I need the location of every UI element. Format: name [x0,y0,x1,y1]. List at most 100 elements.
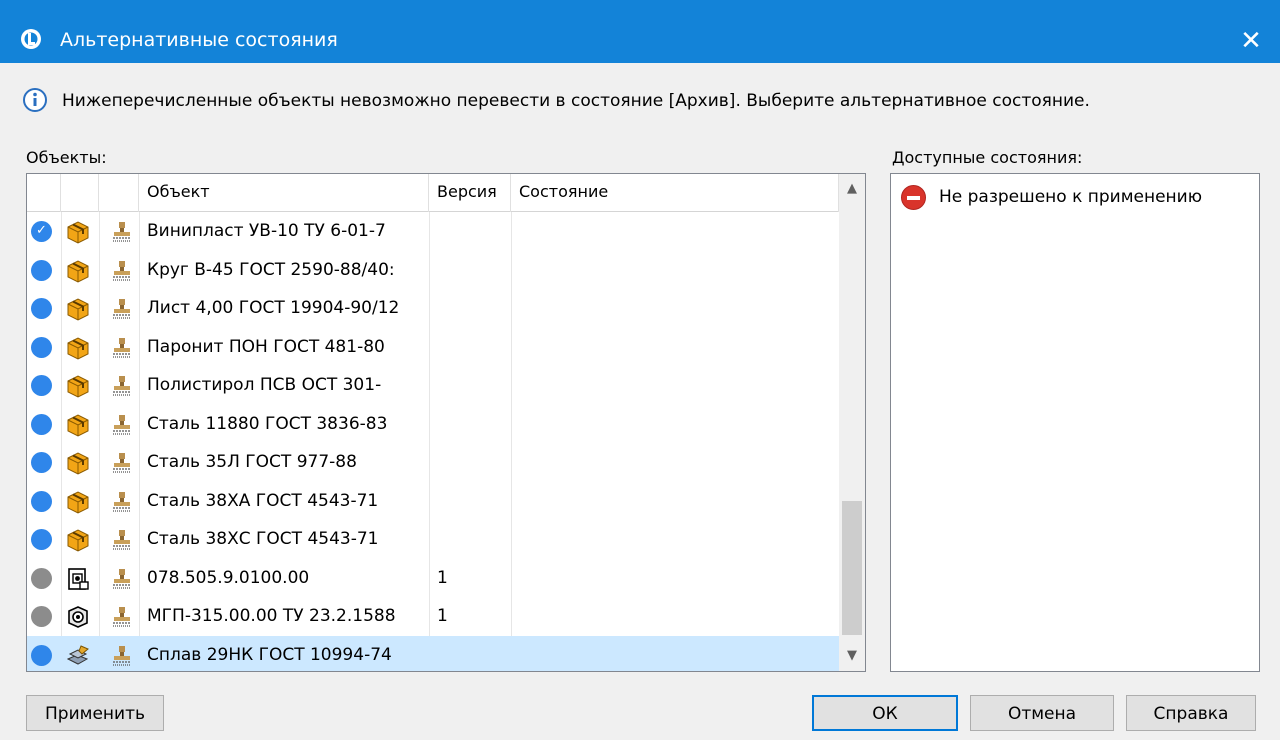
stamp-icon [111,413,133,435]
version-cell [437,366,511,404]
material-box-icon [65,373,91,399]
check-icon: ✓ [36,223,47,238]
app-logo-icon [21,29,41,49]
window-title: Альтернативные состояния [60,29,338,51]
object-name-cell: Сталь 38ХА ГОСТ 4543-71 [147,490,379,511]
object-name-cell: Полистирол ПСВ ОСТ 301- [147,375,382,395]
object-name-cell: 078.505.9.0100.00 [147,567,310,588]
apply-button[interactable]: Применить [26,695,164,731]
version-cell: 1 [437,567,448,588]
stamp-icon [111,644,133,666]
stamp-icon [111,567,133,589]
dialog-window: Альтернативные состояния ✕ Нижеперечисле… [0,0,1280,740]
stamp-icon [111,220,133,242]
column-header-access[interactable] [99,174,139,212]
stamp-icon [111,374,133,396]
no-entry-icon [901,185,926,210]
column-header-state[interactable]: Состояние [511,174,839,212]
grid-rows: ✓ Винипласт УВ-10 ТУ 6-01-7 Круг В-45 ГОСТ… [27,212,839,672]
material-box-icon [65,335,91,361]
table-row[interactable]: Полистирол ПСВ ОСТ 301- [27,366,839,405]
cancel-button[interactable]: Отмена [970,695,1114,731]
version-cell [437,328,511,366]
info-icon [23,88,47,112]
column-header-version[interactable]: Версия [429,174,511,212]
version-cell [437,212,511,250]
table-row[interactable]: Лист 4,00 ГОСТ 19904-90/12 [27,289,839,328]
status-dot-icon [31,259,52,281]
object-name-cell: Паронит ПОН ГОСТ 481-80 [147,336,385,357]
status-dot-icon [31,490,52,512]
table-row[interactable]: ✓ Винипласт УВ-10 ТУ 6-01-7 [27,212,839,251]
ok-button[interactable]: ОК [812,695,958,731]
table-row[interactable]: МГП-315.00.00 ТУ 23.2.1588 1 [27,597,839,636]
column-header-object[interactable]: Объект [139,174,429,212]
stamp-icon [111,490,133,512]
status-dot-icon [31,375,52,396]
object-name-cell: МГП-315.00.00 ТУ 23.2.1588 [147,606,396,626]
scroll-down-icon[interactable]: ▼ [839,641,865,671]
object-name-cell: Сталь 35Л ГОСТ 977-88 [147,452,357,472]
object-name-cell: Сталь 11880 ГОСТ 3836-83 [147,413,388,434]
version-cell [437,636,511,672]
material-box-icon [65,258,91,284]
alloy-material-icon [65,643,91,669]
table-row[interactable]: Паронит ПОН ГОСТ 481-80 [27,328,839,367]
available-states-list[interactable]: Не разрешено к применению [890,173,1260,672]
object-name-cell: Сплав 29НК ГОСТ 10994-74 [147,644,392,665]
column-header-type[interactable] [61,174,99,212]
status-dot-icon [31,529,52,550]
material-box-icon [65,219,91,245]
version-cell [437,251,511,289]
stamp-icon [111,336,133,358]
title-bar[interactable]: Альтернативные состояния ✕ [0,0,1280,63]
stamp-icon [111,605,133,627]
objects-label: Объекты: [26,148,107,167]
version-cell [437,289,511,327]
table-row[interactable]: Сталь 38ХА ГОСТ 4543-71 [27,482,839,521]
version-cell [437,520,511,558]
objects-grid[interactable]: Объект Версия Состояние ✓ Винипласт УВ-10… [26,173,866,672]
table-row[interactable]: Сталь 38ХС ГОСТ 4543-71 [27,520,839,559]
status-dot-icon [31,413,52,435]
material-box-icon [65,489,91,515]
status-dot-icon [31,606,52,627]
status-dot-icon [31,336,52,358]
column-header-status[interactable] [27,174,61,212]
table-row[interactable]: Круг В-45 ГОСТ 2590-88/40: [27,251,839,290]
info-message: Нижеперечисленные объекты невозможно пер… [62,91,1090,111]
stamp-icon [111,528,133,550]
version-cell [437,443,511,481]
scrollbar-thumb[interactable] [842,501,862,635]
scroll-up-icon[interactable]: ▲ [839,174,865,204]
drawing-document-icon [65,566,91,592]
vertical-scrollbar[interactable]: ▲ ▼ [839,174,865,671]
material-box-icon [65,296,91,322]
stamp-icon [111,297,133,319]
status-dot-icon: ✓ [31,221,52,242]
stamp-icon [111,451,133,473]
version-cell [437,405,511,443]
status-dot-icon [31,567,52,589]
table-row[interactable]: Сталь 11880 ГОСТ 3836-83 [27,405,839,444]
state-label: Не разрешено к применению [939,187,1203,207]
status-dot-icon [31,452,52,473]
object-name-cell: Лист 4,00 ГОСТ 19904-90/12 [147,298,400,318]
material-box-icon [65,412,91,438]
material-box-icon [65,527,91,553]
version-cell [437,482,511,520]
object-name-cell: Круг В-45 ГОСТ 2590-88/40: [147,259,395,280]
status-dot-icon [31,644,52,666]
object-name-cell: Винипласт УВ-10 ТУ 6-01-7 [147,221,386,241]
stamp-icon [111,259,133,281]
table-row[interactable]: Сталь 35Л ГОСТ 977-88 [27,443,839,482]
help-button[interactable]: Справка [1126,695,1256,731]
grid-header: Объект Версия Состояние [27,174,839,212]
part-model-icon [65,604,91,630]
table-row[interactable]: 078.505.9.0100.00 1 [27,559,839,598]
object-name-cell: Сталь 38ХС ГОСТ 4543-71 [147,529,379,549]
states-label: Доступные состояния: [892,148,1083,167]
close-icon[interactable]: ✕ [1232,22,1270,60]
version-cell: 1 [437,606,448,626]
table-row[interactable]: Сплав 29НК ГОСТ 10994-74 [27,635,839,672]
